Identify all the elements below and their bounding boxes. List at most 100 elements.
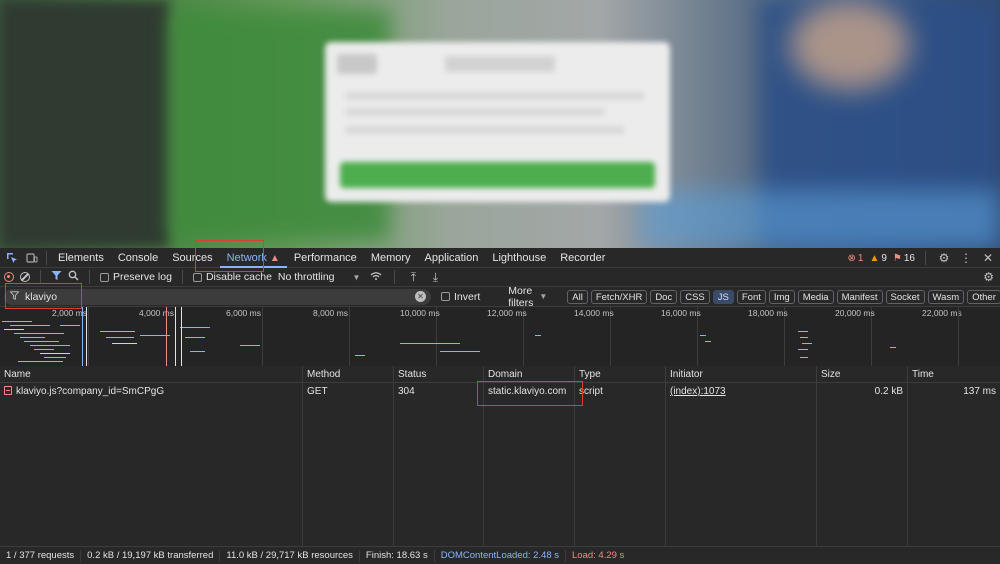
preserve-log-checkbox[interactable]: Preserve log [100, 271, 172, 283]
tab-memory[interactable]: Memory [364, 248, 418, 268]
table-empty-area [0, 400, 1000, 560]
timeline-request-bar [44, 357, 66, 358]
tab-console[interactable]: Console [111, 248, 165, 268]
timeline-request-bar [802, 343, 812, 344]
timeline-gridline [262, 307, 263, 366]
search-icon[interactable] [68, 270, 79, 284]
filter-funnel-icon[interactable] [51, 270, 62, 284]
timeline-request-bar [240, 345, 260, 346]
modal-text-line [345, 108, 605, 116]
column-header-initiator[interactable]: Initiator [666, 366, 817, 382]
initiator-link[interactable]: (index):1073 [670, 386, 726, 397]
error-count-badge[interactable]: ⊗ 1 [847, 253, 863, 264]
column-header-domain[interactable]: Domain [484, 366, 575, 382]
network-toolbar: Preserve log Disable cache No throttling… [0, 268, 1000, 287]
timeline-request-bar [800, 357, 808, 358]
checkbox-box[interactable] [441, 292, 450, 301]
network-status-bar: 1 / 377 requests 0.2 kB / 19,197 kB tran… [0, 546, 1000, 564]
checkbox-box[interactable] [100, 272, 109, 282]
network-overview-timeline[interactable]: 2,000 ms 4,000 ms 6,000 ms 8,000 ms 10,000 m… [0, 307, 1000, 367]
column-header-time[interactable]: Time [908, 366, 1000, 382]
type-filter-js[interactable]: JS [712, 289, 734, 304]
type-filter-img[interactable]: Img [768, 289, 795, 304]
divider [925, 251, 926, 265]
bg-shape [790, 0, 910, 90]
type-filter-css[interactable]: CSS [680, 289, 710, 304]
devtools-right-controls: ⊗ 1 ▲ 9 ⚑ 16 ⚙ ⋮ ✕ [847, 248, 996, 268]
type-filter-wasm[interactable]: Wasm [927, 289, 965, 304]
type-filter-other[interactable]: Other [967, 289, 1000, 304]
timeline-request-bar [14, 333, 64, 334]
type-filter-font[interactable]: Font [736, 289, 766, 304]
export-har-download-icon[interactable]: ⤓ [427, 270, 443, 285]
warning-count-badge[interactable]: ▲ 9 [869, 253, 886, 264]
clear-log-icon[interactable] [20, 272, 30, 282]
invert-checkbox[interactable]: Invert [441, 291, 480, 303]
timeline-request-bar [355, 355, 365, 356]
timeline-request-bar [24, 341, 59, 342]
type-filter-fetch-xhr[interactable]: Fetch/XHR [590, 289, 648, 304]
issues-count-badge[interactable]: ⚑ 16 [893, 253, 915, 264]
timeline-tick-label: 12,000 ms [487, 308, 527, 318]
clear-filter-icon[interactable]: ✕ [415, 290, 426, 302]
column-header-type[interactable]: Type [575, 366, 666, 382]
timeline-request-bar [440, 351, 480, 352]
empty-cell [484, 400, 575, 560]
divider [46, 250, 47, 265]
network-conditions-wifi-icon[interactable] [368, 270, 384, 284]
more-filters-dropdown[interactable]: More filters ▼ [508, 285, 547, 309]
empty-cell [0, 400, 303, 560]
dropdown-caret-icon: ▼ [539, 292, 548, 301]
timeline-event-marker [86, 307, 87, 366]
timeline-request-bar [34, 349, 54, 350]
network-settings-gear-icon[interactable]: ⚙ [983, 270, 994, 284]
type-filter-media[interactable]: Media [797, 289, 834, 304]
type-filter-socket[interactable]: Socket [885, 289, 925, 304]
timeline-request-bar [890, 347, 896, 348]
type-filter-manifest[interactable]: Manifest [836, 289, 883, 304]
table-row[interactable]: klaviyo.js?company_id=SmCPgG GET 304 sta… [0, 383, 1000, 400]
throttling-select[interactable]: No throttling ▼ [278, 271, 361, 283]
record-stop-icon[interactable] [4, 272, 14, 282]
timeline-tick-label: 6,000 ms [226, 308, 261, 318]
tab-recorder[interactable]: Recorder [553, 248, 612, 268]
column-header-method[interactable]: Method [303, 366, 394, 382]
timeline-tick-label: 16,000 ms [661, 308, 701, 318]
tab-elements[interactable]: Elements [51, 248, 111, 268]
blurred-popup-modal [325, 42, 670, 202]
filter-funnel-icon [9, 291, 20, 302]
modal-green-button [340, 162, 655, 188]
type-filter-all[interactable]: All [567, 289, 588, 304]
tab-performance[interactable]: Performance [287, 248, 364, 268]
tab-lighthouse[interactable]: Lighthouse [485, 248, 553, 268]
empty-cell [817, 400, 908, 560]
disable-cache-checkbox[interactable]: Disable cache [192, 271, 272, 283]
column-header-size[interactable]: Size [817, 366, 908, 382]
close-devtools-icon[interactable]: ✕ [980, 251, 996, 265]
timeline-tick-label: 22,000 ms [922, 308, 962, 318]
bg-shape [640, 190, 1000, 248]
column-header-status[interactable]: Status [394, 366, 484, 382]
import-har-upload-icon[interactable]: ⤒ [405, 270, 421, 285]
tab-network[interactable]: Network ▲ [219, 248, 287, 268]
bg-shape [0, 0, 170, 248]
timeline-tick-label: 4,000 ms [139, 308, 174, 318]
filter-input[interactable] [25, 290, 425, 303]
column-header-name[interactable]: Name [0, 366, 303, 382]
settings-gear-icon[interactable]: ⚙ [936, 251, 952, 265]
more-filters-label: More filters [508, 284, 534, 309]
filter-field[interactable]: ✕ [4, 288, 431, 305]
timeline-request-bar [700, 335, 706, 336]
timeline-gridline [958, 307, 959, 366]
error-icon: ⊗ [847, 252, 856, 264]
tab-sources[interactable]: Sources [165, 248, 219, 268]
request-type: script [575, 383, 666, 400]
more-options-kebab-icon[interactable]: ⋮ [958, 251, 974, 265]
checkbox-box[interactable] [192, 272, 202, 282]
type-filter-doc[interactable]: Doc [650, 289, 678, 304]
inspect-element-icon[interactable] [2, 248, 22, 268]
throttling-value: No throttling [277, 271, 335, 283]
timeline-request-bar [30, 345, 70, 346]
tab-application[interactable]: Application [418, 248, 486, 268]
device-toolbar-icon[interactable] [22, 248, 42, 268]
